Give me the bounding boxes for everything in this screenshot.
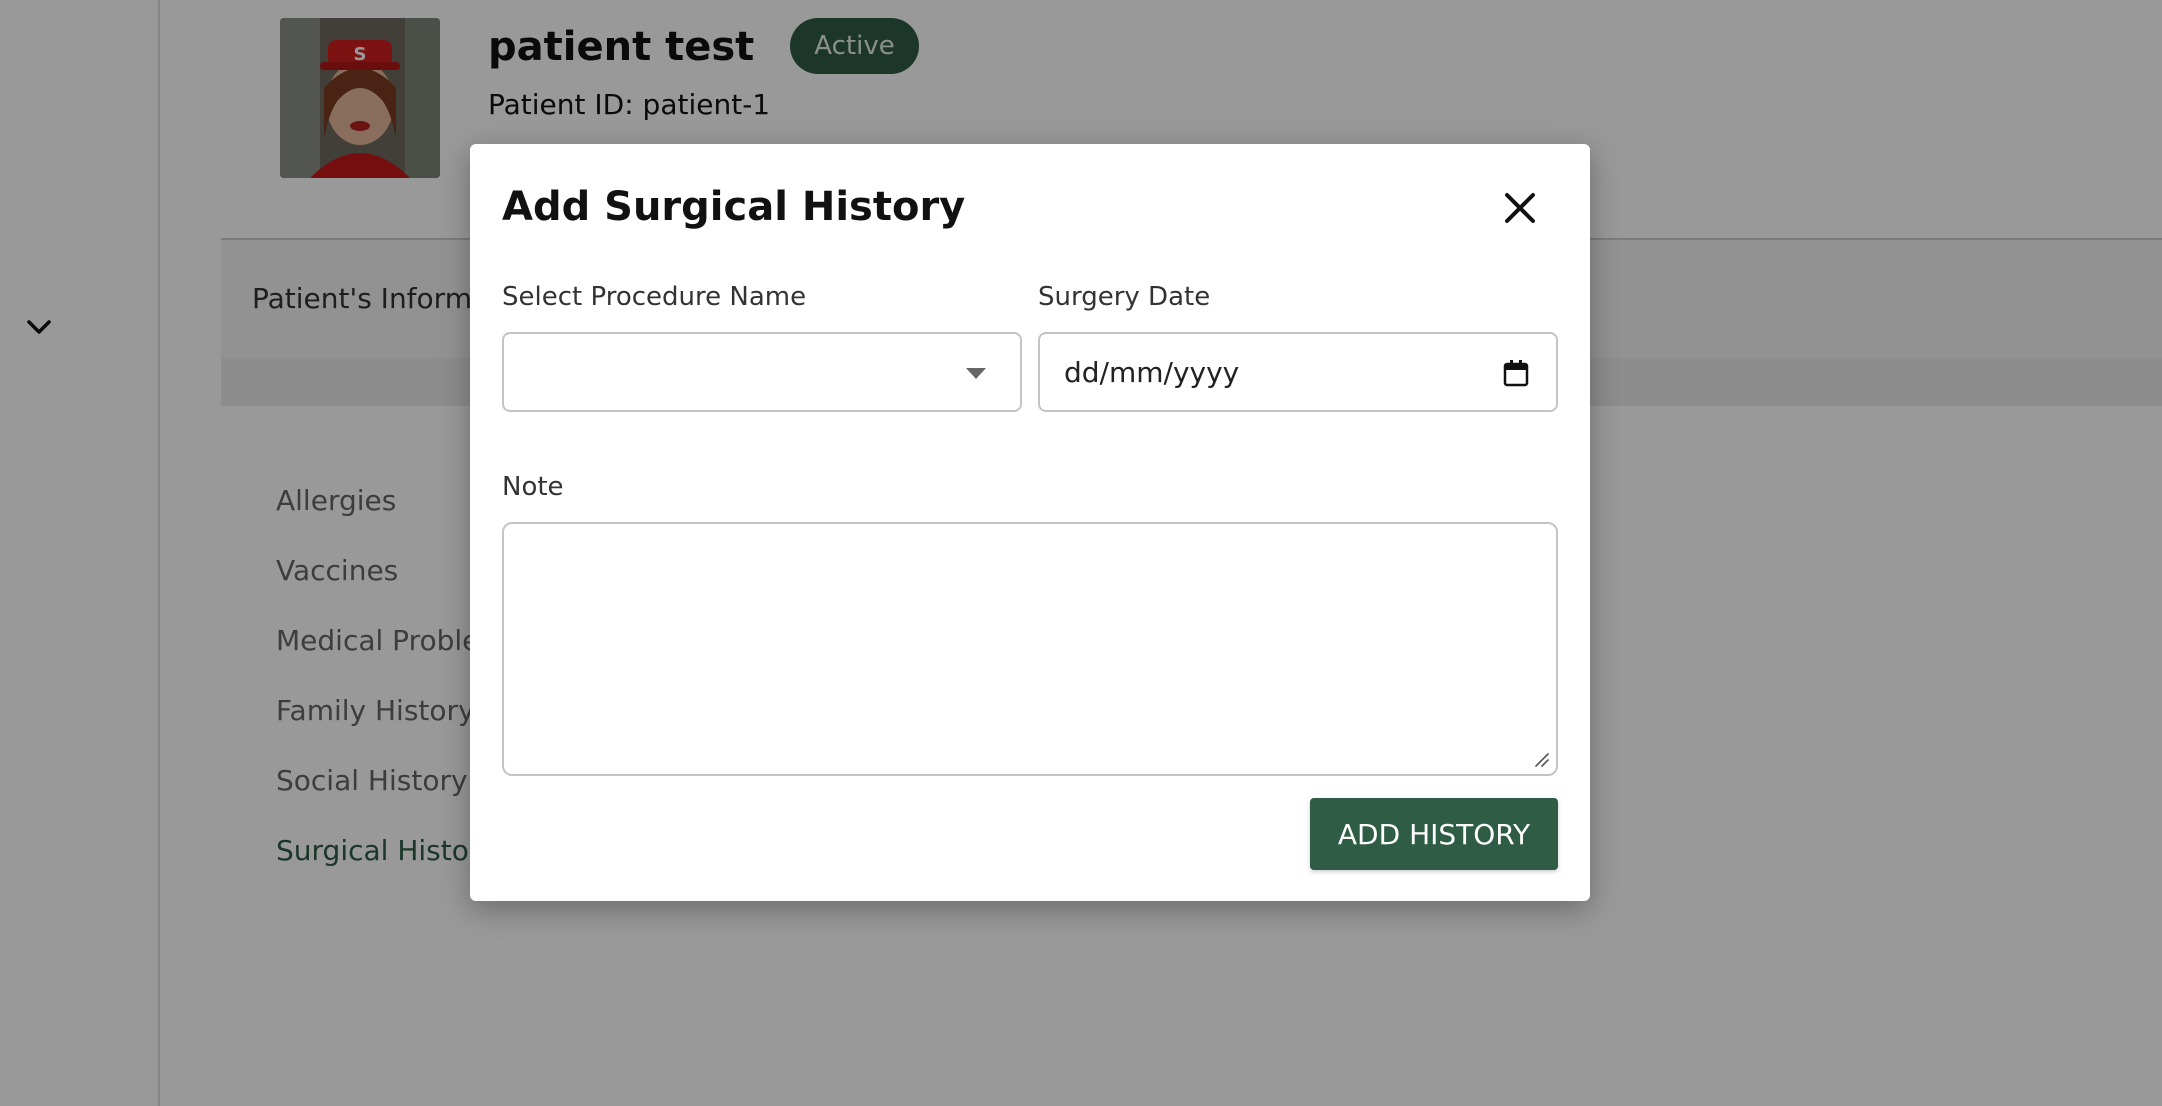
add-history-button[interactable]: ADD HISTORY — [1310, 798, 1558, 870]
surgery-date-placeholder: dd/mm/yyyy — [1064, 356, 1240, 389]
surgery-date-input[interactable]: dd/mm/yyyy — [1038, 332, 1558, 412]
close-button[interactable] — [1500, 188, 1540, 228]
surgery-date-label: Surgery Date — [1038, 282, 1211, 312]
procedure-name-select[interactable] — [502, 332, 1022, 412]
calendar-icon[interactable] — [1502, 358, 1530, 388]
note-textarea[interactable] — [502, 522, 1558, 776]
note-label: Note — [502, 472, 564, 502]
procedure-name-label: Select Procedure Name — [502, 282, 807, 312]
caret-down-icon — [966, 368, 986, 379]
modal-title: Add Surgical History — [502, 184, 966, 230]
add-surgical-history-modal: Add Surgical History Select Procedure Na… — [470, 144, 1590, 901]
resize-handle-icon[interactable] — [1532, 750, 1550, 768]
close-icon — [1505, 193, 1535, 223]
